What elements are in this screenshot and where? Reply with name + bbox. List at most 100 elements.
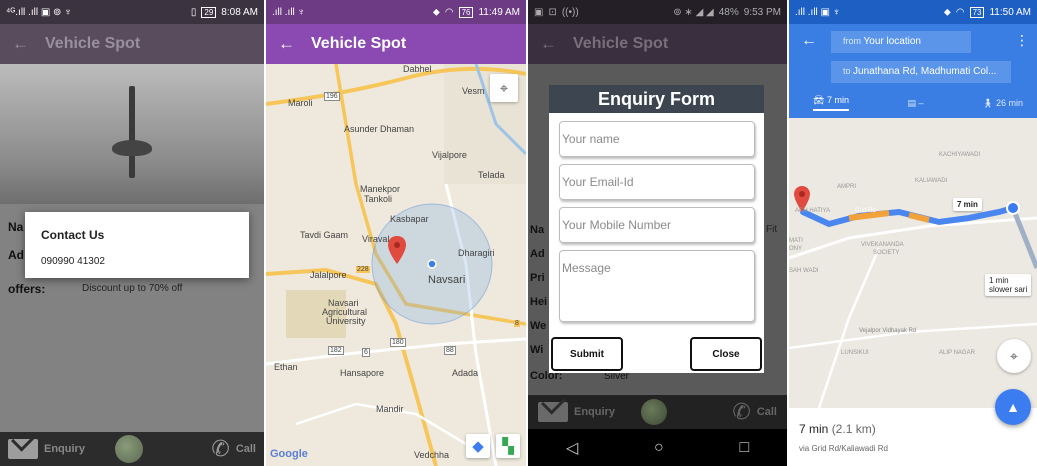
close-button[interactable]: Close [690,337,762,371]
dialog-title: Contact Us [41,228,105,242]
back-arrow-icon[interactable]: ← [801,32,817,50]
status-bar: ⁴ᴳ.ıll .ıll ▣ ⊚ ♆ ▯ 29 8:08 AM [0,0,264,24]
back-arrow-icon[interactable]: ← [540,34,557,54]
map-icon [114,435,143,463]
route-eta: 7 min (2.1 km) [799,422,1037,436]
directions-header: ← ⋮ from Your location to Junathana Rd, … [789,24,1037,118]
back-arrow-icon[interactable]: ← [278,34,295,54]
area-label: MATI [789,238,803,244]
map-screen: .ıll .ıll ♆ ⬥ ◠ 76 11:49 AM ← Vehicle Sp… [266,0,526,466]
place-label: Manekpor [360,184,401,194]
lock-icon: ⊡ [548,6,557,18]
message-field[interactable]: Message [559,250,755,322]
image-icon: ▣ [534,6,544,18]
wifi-icon: ◠ [955,6,965,18]
place-label: Vesm [462,86,485,96]
destination-prefix: to [843,66,851,76]
area-label: KALIAWADI [915,178,948,184]
area-label: ACH HATIYA [795,208,831,214]
road-shield: 8 [514,320,520,327]
map-button[interactable] [114,435,143,463]
enquiry-screen: ▣ ⊡ ((•)) ⊚ ∗ ◢ ◢ 48% 9:53 PM ← Vehicle … [528,0,787,466]
alt-place: sari [1014,285,1028,294]
alt-note: slower [989,285,1013,294]
name-field[interactable]: Your name [559,121,755,157]
call-label: Call [235,443,256,455]
car-icon: 🚘︎ [813,95,825,105]
start-navigation-button[interactable]: ▲ [995,389,1031,425]
area-label: ONY [789,246,803,252]
hotspot-icon: ((•)) [561,6,579,18]
place-label: Tankoli [364,194,393,204]
origin-input[interactable]: from Your location [831,31,971,53]
place-label: Ethan [274,362,298,372]
status-bar: .ıll .ıll ▣ ♆ ⬥ ◠ 73 11:50 AM [789,0,1037,24]
page-title: Vehicle Spot [573,35,669,52]
eta-distance: (2.1 km) [831,422,876,436]
alternate-route-callout[interactable]: 1 min slower sari [985,274,1032,296]
road-shield: 6 [362,348,370,357]
google-logo: Google [270,448,308,460]
bg-row-label: Ad [530,248,545,260]
enquiry-label: Enquiry [574,406,615,418]
app-bar: ← Vehicle Spot [266,24,526,64]
place-label: Asunder Dhaman [344,124,415,134]
photo-subject [129,86,135,178]
recents-nav-icon[interactable]: □ [739,439,749,457]
tab-transit[interactable]: ▤ – [907,98,923,109]
crosshair-icon: ⌖ [499,79,509,97]
status-bar: .ıll .ıll ♆ ⬥ ◠ 76 11:49 AM [266,0,526,24]
eta-time: 7 min [799,422,829,436]
place-label: Jalalpore [310,270,347,280]
place-label: Tavdi Gaam [300,230,349,240]
contact-phone-number[interactable]: 090990 41302 [41,256,249,267]
directions-button[interactable]: ◆ [466,434,490,458]
road-shield: 228 [356,266,370,273]
my-location-button[interactable]: ⌖ [490,74,518,102]
origin-prefix: from [843,36,861,46]
open-maps-button[interactable]: ▚ [496,434,520,458]
area-label: SAH WADI [789,268,819,274]
walk-icon: 🚶︎ [982,97,994,108]
road-shield: 88 [444,346,456,355]
mobile-field[interactable]: Your Mobile Number [559,207,755,243]
tab-drive[interactable]: 🚘︎ 7 min [813,95,849,111]
area-label: AMPRI [837,184,857,190]
bottom-action-bar: Enquiry ✆ Call [528,395,787,429]
wifi-icon: ◠ [444,6,454,18]
destination-value: Junathana Rd, Madhumati Col... [853,66,997,77]
name-label: Na [8,220,24,234]
area-label: LUNSIKUI [841,350,869,356]
contact-dialog: Contact Us 090990 41302 [25,212,249,278]
area-label: KACHIYAWADI [939,152,981,158]
more-options-icon[interactable]: ⋮ [1015,32,1029,49]
map-view[interactable]: Dabhel Vesm Maroli Asunder Dhaman Vijalp… [266,64,526,466]
place-label: Viraval [362,234,390,244]
route-time-callout[interactable]: 7 min [953,198,982,211]
my-location-button[interactable]: ⌖ [997,339,1031,373]
train-icon: ▤ [907,97,916,108]
bg-row-label: Hei [530,296,548,308]
bottom-action-bar: Enquiry ✆ Call [0,432,264,466]
enquiry-button[interactable]: Enquiry [8,439,85,459]
call-button[interactable]: ✆ Call [211,436,256,462]
home-nav-icon[interactable]: ○ [654,439,664,457]
submit-button[interactable]: Submit [551,337,623,371]
call-label: Call [756,406,777,418]
area-label: VIVEKANANDA [861,242,904,248]
battery-level: 48% [718,6,739,18]
mail-icon [8,439,38,459]
app-bar: ← Vehicle Spot [0,24,264,64]
destination-input[interactable]: to Junathana Rd, Madhumati Col... [831,61,1011,83]
back-nav-icon[interactable]: ◁ [566,438,578,458]
back-arrow-icon[interactable]: ← [12,34,29,54]
bg-row-label: Wi [530,344,544,356]
photo-subject-top [112,140,152,156]
email-field[interactable]: Your Email-Id [559,164,755,200]
place-label: Adada [452,368,479,378]
destination-pin-icon[interactable] [388,236,406,264]
road-shield: 196 [324,92,340,101]
status-bar: ▣ ⊡ ((•)) ⊚ ∗ ◢ ◢ 48% 9:53 PM [528,0,787,24]
tab-walk[interactable]: 🚶︎ 26 min [982,98,1023,109]
bg-row-label: Pri [530,272,545,284]
